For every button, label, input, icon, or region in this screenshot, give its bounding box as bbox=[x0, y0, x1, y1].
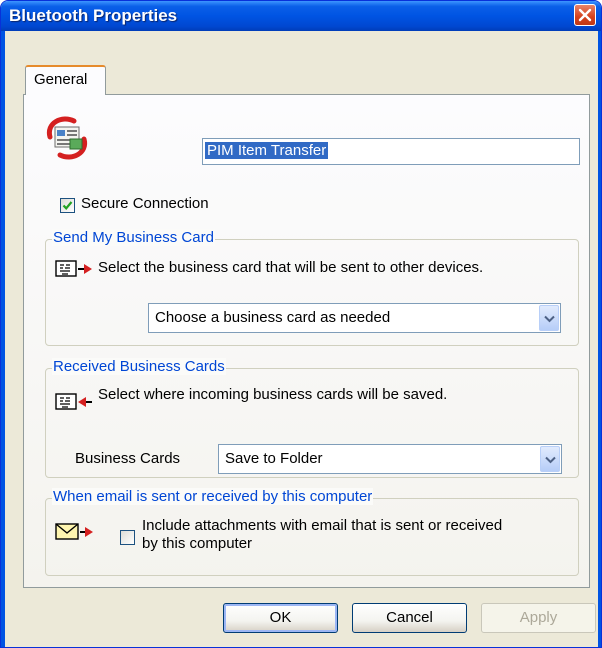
include-attachments-label-line1: Include attachments with email that is s… bbox=[142, 517, 503, 534]
business-card-dropdown-button[interactable] bbox=[539, 305, 559, 331]
business-card-dropdown-value: Choose a business card as needed bbox=[155, 309, 391, 326]
send-business-card-legend: Send My Business Card bbox=[52, 229, 215, 246]
send-business-card-group: Send My Business Card Select the busines… bbox=[45, 229, 579, 346]
email-send-icon bbox=[55, 523, 93, 540]
include-attachments-checkbox[interactable] bbox=[120, 530, 135, 545]
general-tab-panel: PIM Item Transfer Secure Connection Send… bbox=[23, 94, 590, 588]
window-border-right bbox=[598, 31, 601, 647]
save-location-dropdown-value: Save to Folder bbox=[225, 450, 323, 467]
close-button[interactable] bbox=[574, 4, 596, 26]
tab-general-label: General bbox=[34, 71, 88, 88]
business-cards-field-label: Business Cards bbox=[75, 450, 181, 467]
secure-connection-checkbox[interactable] bbox=[60, 198, 75, 213]
email-legend: When email is sent or received by this c… bbox=[52, 488, 374, 505]
service-name-value: PIM Item Transfer bbox=[205, 142, 329, 159]
business-card-dropdown[interactable]: Choose a business card as needed bbox=[148, 303, 561, 333]
business-card-receive-icon bbox=[55, 393, 92, 410]
send-business-card-description: Select the business card that will be se… bbox=[98, 259, 484, 276]
include-attachments-label-line2: by this computer bbox=[142, 535, 253, 552]
save-location-dropdown-button[interactable] bbox=[540, 446, 560, 472]
received-business-cards-legend: Received Business Cards bbox=[52, 358, 226, 375]
email-group: When email is sent or received by this c… bbox=[45, 488, 579, 576]
received-business-cards-description: Select where incoming business cards wil… bbox=[98, 386, 448, 403]
apply-button[interactable]: Apply bbox=[481, 603, 596, 633]
chevron-down-icon bbox=[545, 456, 556, 464]
tab-general[interactable]: General bbox=[25, 65, 106, 95]
business-card-send-icon bbox=[55, 260, 92, 277]
checkmark-icon bbox=[62, 201, 73, 210]
bluetooth-properties-dialog: Bluetooth Properties General PIM Item Tr… bbox=[0, 0, 602, 648]
title-bar[interactable]: Bluetooth Properties bbox=[1, 1, 601, 31]
chevron-down-icon bbox=[544, 315, 555, 323]
close-icon bbox=[578, 8, 592, 22]
cancel-button[interactable]: Cancel bbox=[352, 603, 467, 633]
ok-button[interactable]: OK bbox=[223, 603, 338, 633]
pim-transfer-icon bbox=[46, 116, 88, 160]
secure-connection-label: Secure Connection bbox=[81, 195, 209, 212]
service-name-field[interactable]: PIM Item Transfer bbox=[202, 138, 580, 165]
received-business-cards-group: Received Business Cards Select where inc… bbox=[45, 358, 579, 478]
window-border-left bbox=[1, 31, 5, 647]
save-location-dropdown[interactable]: Save to Folder bbox=[218, 444, 562, 474]
window-title: Bluetooth Properties bbox=[9, 6, 178, 25]
